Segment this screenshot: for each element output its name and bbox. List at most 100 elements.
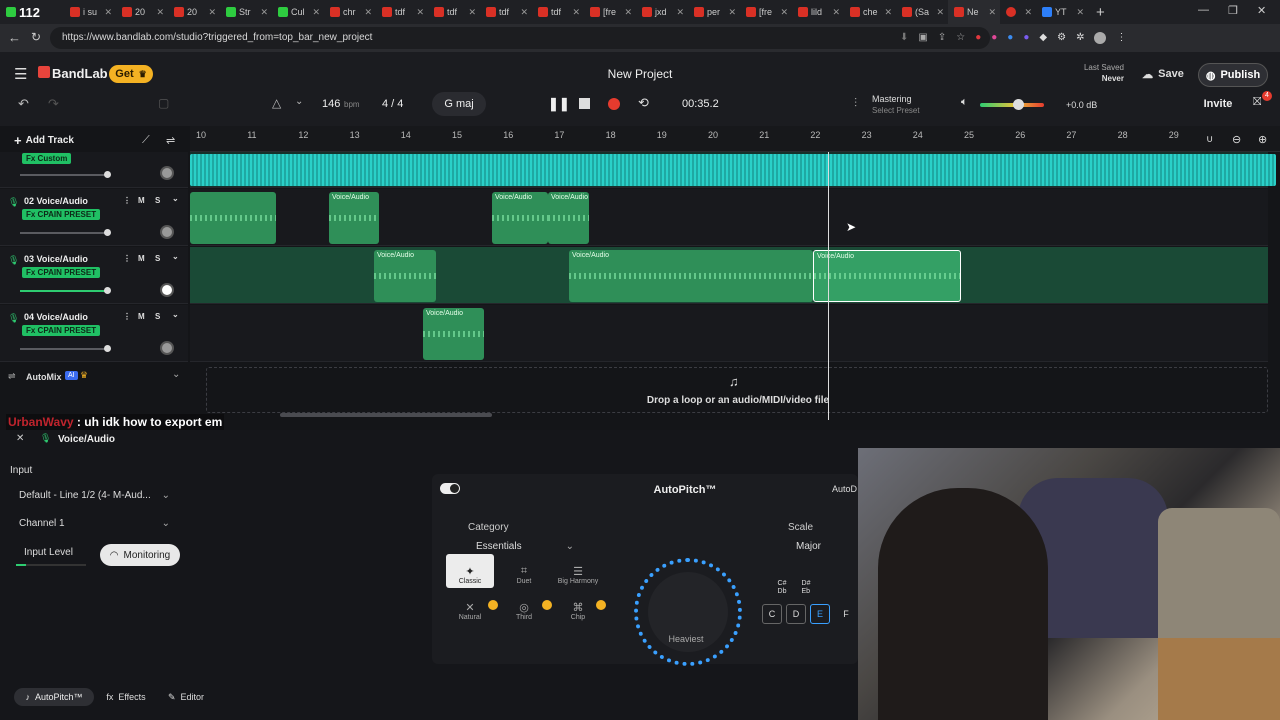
screen-icon[interactable]: ▣ — [918, 32, 927, 44]
selected-audio-clip[interactable]: Voice/Audio — [813, 250, 961, 302]
invite-button[interactable]: Invite — [1196, 93, 1240, 115]
close-tab-icon[interactable]: ✕ — [260, 7, 268, 18]
mixer-icon[interactable]: ⇌ — [166, 134, 175, 147]
track-name[interactable]: 03 Voice/Audio — [24, 254, 88, 264]
browser-tab[interactable]: [fre ✕ — [584, 0, 636, 24]
track-volume-slider[interactable] — [20, 287, 111, 294]
browser-tab[interactable]: (Sa ✕ — [896, 0, 948, 24]
get-membership-button[interactable]: Get ♛ — [109, 65, 153, 83]
track-lane-2[interactable]: Voice/Audio Voice/Audio Voice/Audio — [190, 189, 1268, 246]
back-icon[interactable]: ← — [8, 30, 21, 45]
key-selector[interactable]: G maj — [432, 92, 486, 116]
mute-button[interactable]: M — [138, 254, 145, 263]
browser-tab[interactable]: ✕ — [1000, 0, 1036, 24]
browser-tab[interactable]: 20 ✕ — [116, 0, 168, 24]
browser-tab-active[interactable]: Ne ✕ — [948, 0, 1000, 24]
mastering-label[interactable]: Mastering — [872, 94, 912, 104]
close-tab-icon[interactable]: ✕ — [936, 7, 944, 18]
loop-icon[interactable]: ⟲ — [638, 95, 649, 111]
browser-tab[interactable]: YT ✕ — [1036, 0, 1088, 24]
slider-thumb[interactable] — [104, 229, 111, 236]
pan-knob[interactable] — [160, 166, 174, 180]
mute-button[interactable]: M — [138, 312, 145, 321]
browser-tab[interactable]: chr ✕ — [324, 0, 376, 24]
close-tab-icon[interactable]: ✕ — [624, 7, 632, 18]
close-tab-icon[interactable]: ✕ — [1076, 7, 1084, 18]
preset-natural[interactable]: ✕ Natural — [446, 590, 494, 624]
scale-select[interactable]: Major — [788, 535, 858, 557]
extension-blue-icon[interactable]: ● — [1007, 32, 1013, 44]
browser-tab[interactable]: 20 ✕ — [168, 0, 220, 24]
close-tab-icon[interactable]: ✕ — [208, 7, 216, 18]
audio-clip[interactable] — [190, 154, 1276, 186]
audio-clip[interactable] — [190, 192, 276, 244]
close-tab-icon[interactable]: ✕ — [520, 7, 528, 18]
puzzle-icon[interactable]: ✲ — [1076, 32, 1084, 44]
close-tab-icon[interactable]: ✕ — [312, 7, 320, 18]
track-header-3[interactable]: 🎙︎ 03 Voice/Audio Fx CPAIN PRESET ⋮ M S … — [0, 247, 188, 304]
extension-red-icon[interactable]: ● — [975, 32, 981, 44]
zoom-out-icon[interactable]: ⊖ — [1232, 133, 1241, 146]
tab-effects[interactable]: fx Effects — [98, 688, 154, 706]
track-lane-3[interactable]: Voice/Audio Voice/Audio Voice/Audio — [190, 247, 1268, 304]
gift-icon[interactable]: ⛝ — [1253, 96, 1261, 109]
audio-clip[interactable]: Voice/Audio — [423, 308, 484, 360]
snap-magnet-icon[interactable]: ∪ — [1206, 134, 1213, 145]
track-header-2[interactable]: 🎙︎ 02 Voice/Audio Fx CPAIN PRESET ⋮ M S … — [0, 189, 188, 246]
pause-icon[interactable]: ❚❚ — [548, 96, 570, 112]
close-tab-icon[interactable]: ✕ — [884, 7, 892, 18]
bookmark-star-icon[interactable]: ☆ — [956, 32, 965, 44]
browser-tab[interactable]: 112 — [0, 0, 64, 24]
key-c-sharp[interactable]: C# Db — [772, 578, 792, 598]
solo-button[interactable]: S — [155, 196, 160, 205]
close-icon[interactable]: ✕ — [16, 433, 24, 444]
key-f[interactable]: F — [836, 604, 856, 624]
input-device-select[interactable]: Default - Line 1/2 (4- M-Aud... ⌄ — [12, 484, 178, 506]
key-c[interactable]: C — [762, 604, 782, 624]
browser-tab[interactable]: per ✕ — [688, 0, 740, 24]
extension-gear-icon[interactable]: ⚙ — [1057, 32, 1066, 44]
reload-icon[interactable]: ↻ — [31, 30, 41, 44]
solo-button[interactable]: S — [155, 312, 160, 321]
browser-tab[interactable]: Str ✕ — [220, 0, 272, 24]
browser-tab[interactable]: tdf ✕ — [376, 0, 428, 24]
browser-tab[interactable]: tdf ✕ — [428, 0, 480, 24]
preset-chip[interactable]: ⌘ Chip — [554, 590, 602, 624]
extension-white-icon[interactable]: ◆ — [1039, 32, 1047, 44]
close-tab-icon[interactable]: ✕ — [156, 7, 164, 18]
close-tab-icon[interactable]: ✕ — [780, 7, 788, 18]
browser-tab[interactable]: i su ✕ — [64, 0, 116, 24]
browser-tab[interactable]: tdf ✕ — [480, 0, 532, 24]
publish-button[interactable]: ◍ Publish — [1198, 63, 1268, 87]
track-header-1[interactable]: Fx Custom — [0, 152, 188, 188]
tab-editor[interactable]: ✎ Editor — [160, 688, 212, 706]
volume-thumb[interactable] — [1013, 99, 1025, 110]
track-preset-badge[interactable]: Fx CPAIN PRESET — [22, 209, 101, 220]
preset-duet[interactable]: ⌗ Duet — [500, 554, 548, 588]
mute-button[interactable]: M — [138, 196, 145, 205]
download-icon[interactable]: ⬇ — [900, 32, 908, 44]
audio-clip[interactable]: Voice/Audio — [569, 250, 813, 302]
close-tab-icon[interactable]: ✕ — [728, 7, 736, 18]
browser-tab[interactable]: Cul ✕ — [272, 0, 324, 24]
time-signature[interactable]: 4 / 4 — [382, 98, 403, 110]
sidebar-toggle-icon[interactable]: ▢ — [158, 96, 169, 110]
pan-knob[interactable] — [160, 225, 174, 239]
share-icon[interactable]: ⇪ — [938, 32, 946, 44]
track-more-icon[interactable]: ⋮ — [123, 196, 131, 205]
track-volume-slider[interactable] — [20, 229, 111, 236]
browser-tab[interactable]: lild ✕ — [792, 0, 844, 24]
timeline-ruler[interactable]: 10 11 12 13 14 15 16 17 18 19 20 21 22 23 24 25 26 27 28 29 — [190, 126, 1280, 152]
channel-select[interactable]: Channel 1 ⌄ — [12, 512, 178, 534]
undo-icon[interactable]: ↶ — [18, 96, 29, 112]
close-tab-icon[interactable]: ✕ — [572, 7, 580, 18]
automix-row[interactable]: ⇌ AutoMix AI ♛ ⌄ — [0, 366, 188, 388]
chevron-down-icon[interactable]: ⌄ — [295, 96, 303, 107]
track-more-icon[interactable]: ⋮ — [123, 312, 131, 321]
audio-clip[interactable]: Voice/Audio — [492, 192, 548, 244]
browser-tab[interactable]: tdf ✕ — [532, 0, 584, 24]
url-input[interactable]: https://www.bandlab.com/studio?triggered… — [50, 27, 990, 49]
chevron-down-icon[interactable]: ⌄ — [172, 369, 180, 380]
close-tab-icon[interactable]: ✕ — [104, 7, 112, 18]
audio-clip[interactable]: Voice/Audio — [548, 192, 589, 244]
